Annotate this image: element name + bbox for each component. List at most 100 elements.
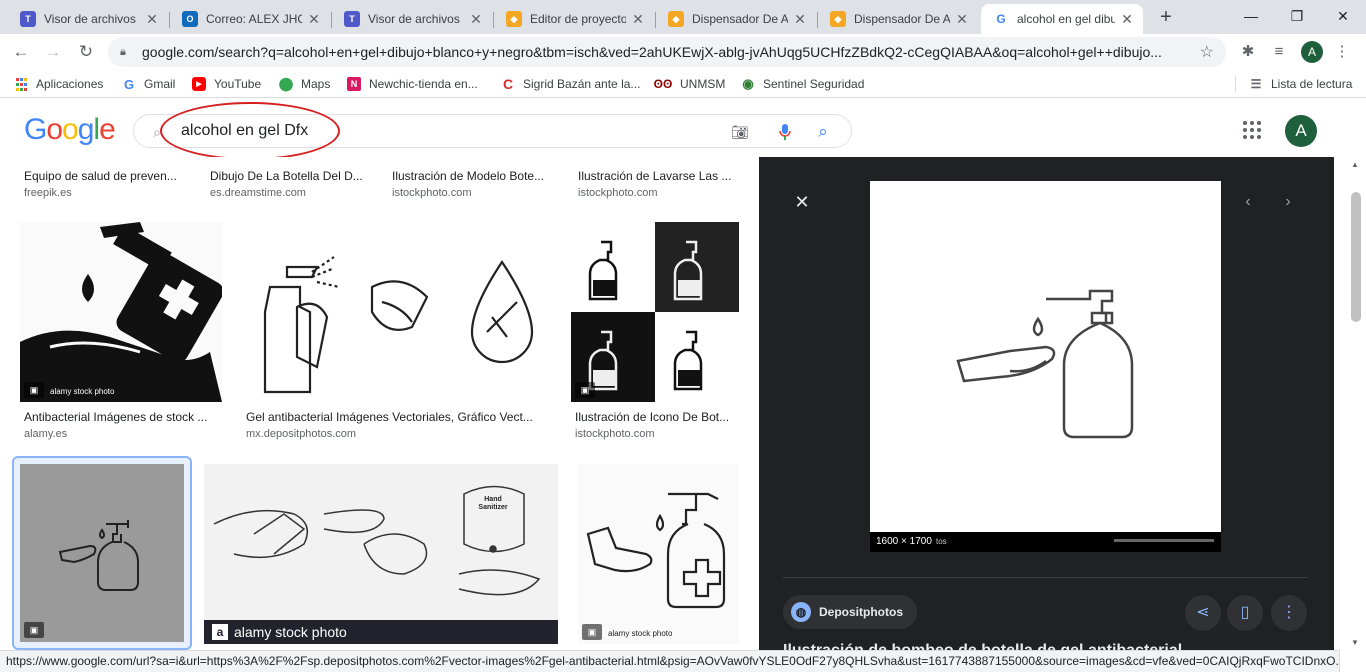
result-source: alamy.es [24,428,68,440]
bookmark-star-icon[interactable]: ☆ [1200,42,1214,62]
maximize-button[interactable]: ❐ [1274,0,1320,34]
source-name: Depositphotos [819,605,903,619]
tab-6[interactable]: ◆ Dispensador De Al ✕ [818,4,978,34]
maps-pin-icon: ⬤ [278,76,294,91]
reading-list[interactable]: ☰ Lista de lectura [1249,76,1353,92]
share-icon[interactable]: ⋖ [1185,595,1221,631]
result-thumbnail-istock[interactable]: ▣ [571,222,739,402]
image-type-icon: ▣ [24,382,44,398]
fine-print-bar [1114,539,1214,542]
tab-3[interactable]: T Visor de archivos M ✕ [332,4,492,34]
result-thumbnail-depositphotos[interactable] [242,222,551,402]
microphone-icon[interactable] [776,123,794,141]
account-avatar[interactable]: A [1285,115,1317,147]
new-tab-button[interactable]: + [1154,6,1178,30]
close-icon[interactable]: ✕ [1119,11,1135,28]
lock-icon[interactable]: 🔒︎ [120,46,132,59]
bookmark-youtube[interactable]: ▶ YouTube [192,76,261,92]
address-bar[interactable]: 🔒︎ google.com/search?q=alcohol+en+gel+di… [108,37,1226,67]
status-bar-url: https://www.google.com/url?sa=i&url=http… [0,650,1340,672]
bookmark-label: Newchic-tienda en... [369,77,478,91]
scrollbar-track[interactable] [1334,157,1366,650]
close-icon[interactable]: ✕ [954,11,970,28]
address-url[interactable]: google.com/search?q=alcohol+en+gel+dibuj… [142,44,1192,60]
search-submit-icon[interactable]: ⌕ [814,123,832,141]
result-caption[interactable]: Ilustración de Lavarse Las ... istockpho… [578,169,738,199]
bookmark-label: UNMSM [680,77,726,91]
close-icon[interactable]: ✕ [468,11,484,28]
preview-info-strip: 1600 × 1700 tos [870,532,1221,552]
camera-icon[interactable]: 📷︎ [731,123,749,141]
image-type-icon: ▣ [24,622,44,638]
bookmark-sigrid[interactable]: C Sigrid Bazán ante la... [501,76,640,92]
result-source: istockphoto.com [578,187,658,199]
save-bookmark-icon[interactable]: ▯ [1227,595,1263,631]
result-thumbnail-alamy-bottle[interactable]: ▣ alamy stock photo [578,464,739,644]
result-title[interactable]: Equipo de salud de preven... [24,169,184,183]
result-title[interactable]: Ilustración de Modelo Bote... [392,169,552,183]
close-preview-icon[interactable]: ✕ [792,192,812,212]
scroll-up-arrow[interactable]: ▲ [1350,160,1360,169]
scroll-down-arrow[interactable]: ▼ [1350,638,1360,647]
previous-image-icon[interactable]: ‹ [1238,192,1258,212]
result-title[interactable]: Gel antibacterial Imágenes Vectoriales, … [246,410,546,424]
google-apps-icon[interactable] [1243,121,1261,139]
result-caption[interactable]: Ilustración de Icono De Bot... istockpho… [575,410,735,440]
bookmark-label: Maps [301,77,331,91]
close-icon[interactable]: ✕ [144,11,160,28]
forward-button[interactable]: → [41,40,65,64]
result-title[interactable]: Ilustración de Icono De Bot... [575,410,735,424]
preview-image[interactable]: 1600 × 1700 tos [870,181,1221,552]
result-source: istockphoto.com [392,187,472,199]
close-icon[interactable]: ✕ [630,11,646,28]
tab-strip: T Visor de archivos M ✕ O Correo: ALEX J… [0,0,1366,34]
google-logo[interactable]: Google [24,113,116,147]
close-icon[interactable]: ✕ [306,11,322,28]
close-window-button[interactable]: ✕ [1320,0,1366,34]
bookmark-aplicaciones[interactable]: Aplicaciones [14,76,103,92]
result-caption[interactable]: Dibujo De La Botella Del D... es.dreamst… [210,169,370,199]
bookmark-sentinel[interactable]: ◉ Sentinel Seguridad [741,76,864,92]
result-source: freepik.es [24,187,72,199]
bookmark-label: Sigrid Bazán ante la... [523,77,641,91]
result-caption[interactable]: Equipo de salud de preven... freepik.es [24,169,184,199]
close-icon[interactable]: ✕ [792,11,808,28]
minimize-button[interactable]: — [1228,0,1274,34]
tab-1[interactable]: T Visor de archivos M ✕ [8,4,168,34]
extensions-icon[interactable]: ✱ [1238,42,1258,62]
tab-2[interactable]: O Correo: ALEX JHON ✕ [170,4,330,34]
tab-7-active[interactable]: G alcohol en gel dibu ✕ [981,4,1143,34]
watermark-text: alamy stock photo [234,624,347,640]
more-options-icon[interactable]: ⋮ [1271,595,1307,631]
media-control-icon[interactable]: ≡ [1269,42,1289,62]
youtube-icon: ▶ [192,77,206,91]
menu-kebab-icon[interactable]: ⋮ [1332,42,1352,62]
result-title[interactable]: Ilustración de Lavarse Las ... [578,169,738,183]
result-title[interactable]: Dibujo De La Botella Del D... [210,169,370,183]
next-image-icon[interactable]: › [1278,192,1298,212]
result-thumbnail-selected[interactable]: ▣ [20,464,184,642]
bookmarks-bar: Aplicaciones G Gmail ▶ YouTube ⬤ Maps N … [0,70,1366,98]
bookmark-gmail[interactable]: G Gmail [122,76,175,92]
tab-5[interactable]: ◆ Dispensador De Al ✕ [656,4,816,34]
scrollbar-thumb[interactable] [1351,192,1361,322]
result-caption[interactable]: Gel antibacterial Imágenes Vectoriales, … [246,410,546,440]
bookmark-unmsm[interactable]: ʘʘ UNMSM [653,76,726,92]
google-icon: G [993,11,1009,27]
browser-toolbar: ← → ↻ 🔒︎ google.com/search?q=alcohol+en+… [0,34,1366,70]
back-button[interactable]: ← [9,40,33,64]
tab-4[interactable]: ◆ Editor de proyecto ✕ [494,4,654,34]
result-thumbnail-alamy-hands[interactable]: Hand Sanitizer a alamy stock photo [204,464,558,644]
profile-avatar[interactable]: A [1301,41,1323,63]
globe-icon: ◍ [791,602,811,622]
unmsm-icon: ʘʘ [653,77,673,91]
bookmark-newchic[interactable]: N Newchic-tienda en... [347,76,478,92]
bookmark-maps[interactable]: ⬤ Maps [278,76,331,92]
result-thumbnail-alamy[interactable]: ▣ alamy stock photo [20,222,222,402]
result-title[interactable]: Antibacterial Imágenes de stock ... [24,410,214,424]
result-caption[interactable]: Ilustración de Modelo Bote... istockphot… [392,169,552,199]
result-caption[interactable]: Antibacterial Imágenes de stock ... alam… [24,410,214,440]
tab-title: Dispensador De Al [854,12,950,26]
reload-button[interactable]: ↻ [74,40,98,64]
source-chip[interactable]: ◍ Depositphotos [783,595,917,629]
